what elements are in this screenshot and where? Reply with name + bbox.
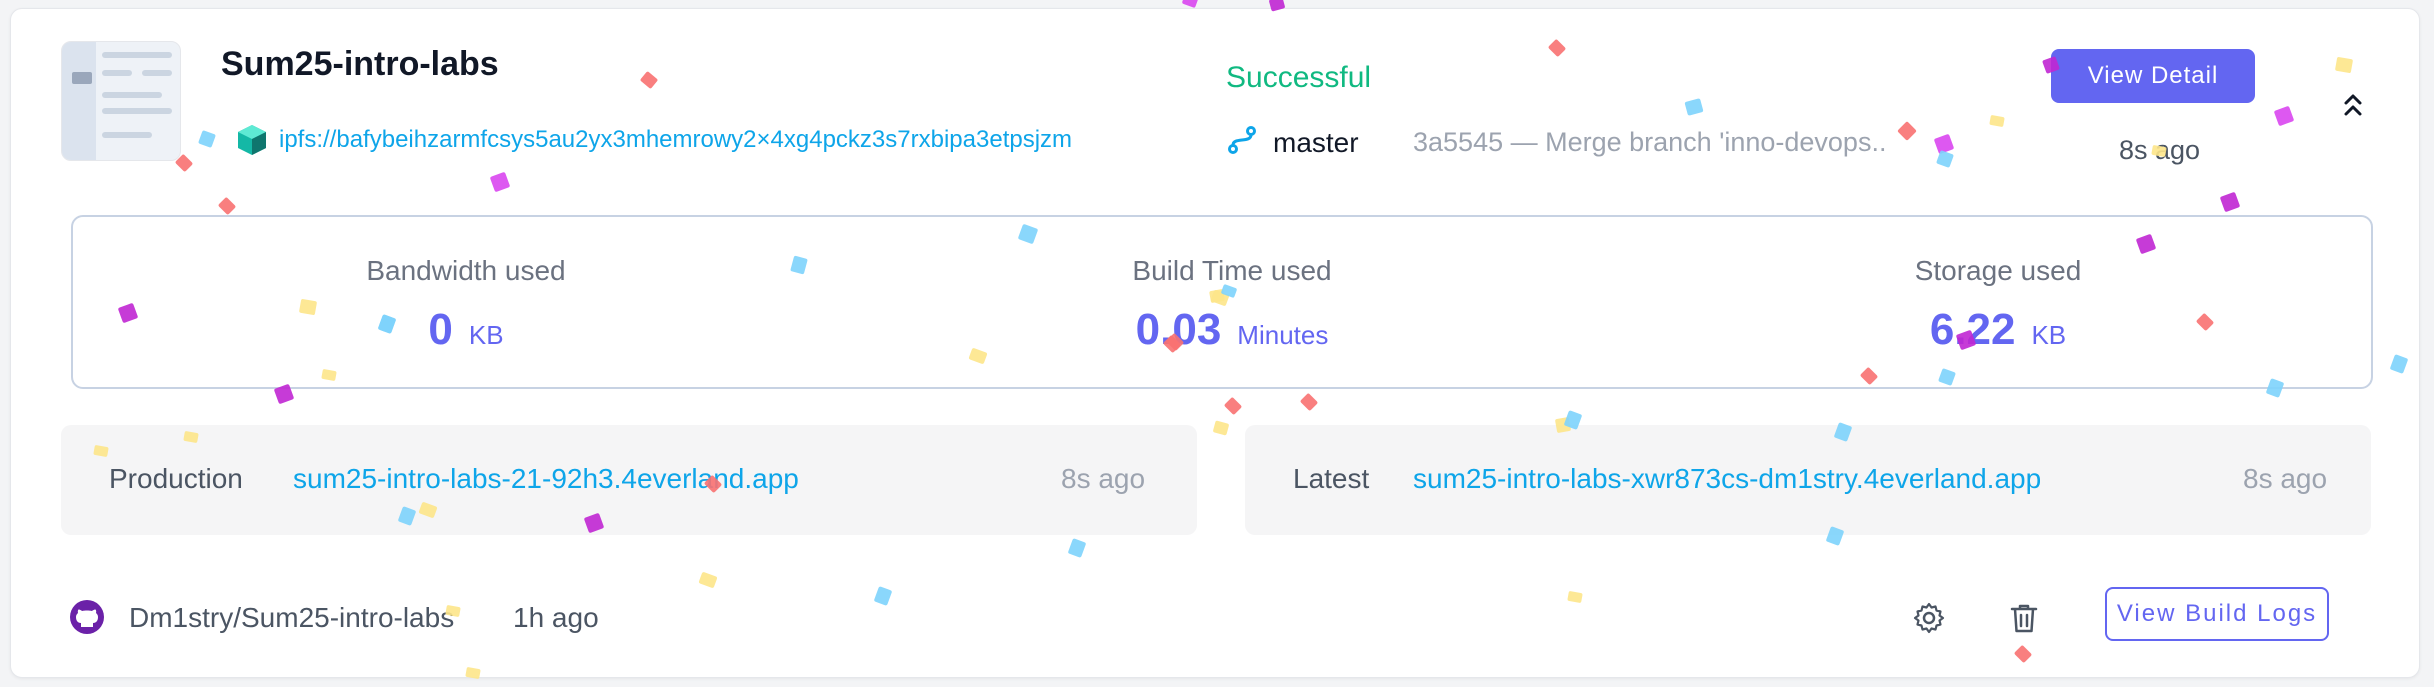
build-time-label: Build Time used <box>1132 255 1332 286</box>
repo-name[interactable]: Dm1stry/Sum25-intro-labs <box>129 602 454 634</box>
build-time-stat: 0.03 Minutes <box>982 305 1482 355</box>
status-badge: Successful <box>1226 61 1372 94</box>
bandwidth-unit: KB <box>468 320 504 350</box>
trash-icon[interactable] <box>2006 600 2042 636</box>
chevron-up-icon[interactable] <box>2336 89 2370 123</box>
commit-message[interactable]: 3a5545 — Merge branch 'inno-devops.. <box>1413 127 1886 158</box>
project-title[interactable]: Sum25-intro-labs <box>221 45 499 84</box>
github-icon <box>70 600 104 634</box>
confetti-piece <box>2334 56 2354 74</box>
view-detail-button[interactable]: View Detail <box>2051 49 2255 103</box>
storage-stat: 6.22 KB <box>1748 305 2248 355</box>
production-domain-box: Production sum25-intro-labs-21-92h3.4eve… <box>61 425 1197 535</box>
latest-time: 8s ago <box>2243 463 2328 494</box>
production-label: Production <box>109 463 243 494</box>
project-card: Sum25-intro-labs ipfs://bafybeihzarmfcsy… <box>10 8 2420 678</box>
branch-name: master <box>1273 127 1359 158</box>
production-time: 8s ago <box>1061 463 1146 494</box>
build-time-unit: Minutes <box>1237 320 1329 350</box>
git-branch-icon <box>1228 126 1256 154</box>
latest-label: Latest <box>1293 463 1370 494</box>
bandwidth-label: Bandwidth used <box>366 255 566 286</box>
latest-domain-box: Latest sum25-intro-labs-xwr873cs-dm1stry… <box>1245 425 2371 535</box>
latest-url-link[interactable]: sum25-intro-labs-xwr873cs-dm1stry.4everl… <box>1413 463 2041 495</box>
storage-label: Storage used <box>1914 255 2082 286</box>
view-build-logs-button[interactable]: View Build Logs <box>2105 587 2329 641</box>
ipfs-link[interactable]: ipfs://bafybeihzarmfcsys5au2yx3mhemrowy2… <box>279 126 1072 154</box>
ipfs-cube-icon <box>238 125 266 155</box>
storage-unit: KB <box>2031 320 2067 350</box>
gear-icon[interactable] <box>1911 600 1947 636</box>
site-thumbnail[interactable] <box>61 41 181 161</box>
confetti-piece <box>298 298 318 316</box>
production-url-link[interactable]: sum25-intro-labs-21-92h3.4everland.app <box>293 463 799 495</box>
repo-time: 1h ago <box>513 602 599 633</box>
confetti-piece <box>1181 0 1199 9</box>
bandwidth-stat: 0 KB <box>216 305 716 355</box>
storage-value: 6.22 <box>1929 305 2016 354</box>
bandwidth-value: 0 <box>428 305 453 354</box>
